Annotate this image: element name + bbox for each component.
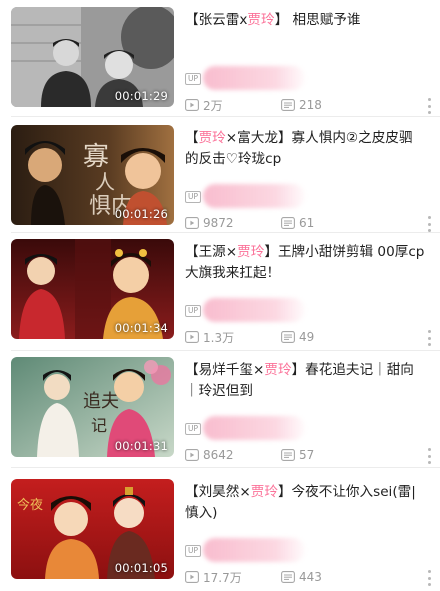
title-text: 【刘昊然× [185,484,251,500]
title-text: 】 相思赋予谁 [274,12,361,28]
view-count: 1.3万 [185,329,234,346]
play-count-icon [185,331,199,343]
video-title[interactable]: 【张云雷x贾玲】 相思赋予谁 [185,10,425,31]
up-badge: UP [185,305,202,317]
svg-text:今夜: 今夜 [17,497,43,513]
video-title[interactable]: 【王源×贾玲】王牌小甜饼剪辑 00厚cp大旗我来扛起！ [185,242,425,284]
video-list-item[interactable]: 追夫 记 00:01:31 【易烊千玺×贾玲】春花追夫记｜甜向｜玲迟但到 UP … [0,357,440,475]
play-count-icon [185,99,199,111]
title-text: 【张云雷x [185,12,248,28]
title-highlight: 贾玲 [198,130,226,146]
video-list-item[interactable]: 今夜 00:01:05 【刘昊然×贾玲】今夜不让你入sei(雷|慎入) UP 1… [0,479,440,591]
video-thumbnail[interactable]: 今夜 00:01:05 [11,479,174,579]
danmaku-icon [281,331,295,343]
divider [11,116,440,117]
up-badge: UP [185,191,202,203]
title-text: 【 [185,130,199,146]
title-highlight: 贾玲 [250,484,278,500]
title-text: 【王源× [185,244,238,260]
danmaku-icon [281,217,295,229]
view-count: 8642 [185,448,234,462]
more-options-icon[interactable] [426,448,432,464]
play-count-icon [185,571,199,583]
divider [11,350,440,351]
danmaku-count: 57 [281,448,314,462]
danmaku-count: 218 [281,98,322,112]
up-badge: UP [185,73,202,85]
divider [11,467,440,468]
title-highlight: 贾玲 [247,12,275,28]
danmaku-count: 61 [281,216,314,230]
danmaku-icon [281,449,295,461]
divider [11,232,440,233]
uploader-row[interactable]: UP [185,184,306,208]
video-stats: 1.3万 49 [185,329,314,346]
title-text: 【易烊千玺× [185,362,265,378]
play-count-icon [185,217,199,229]
title-highlight: 贾玲 [264,362,292,378]
uploader-row[interactable]: UP [185,298,306,322]
svg-text:人: 人 [95,170,115,194]
video-stats: 17.7万 443 [185,569,322,586]
video-stats: 9872 61 [185,215,314,231]
video-thumbnail[interactable]: 00:01:29 [11,7,174,107]
svg-text:寡: 寡 [83,142,109,172]
more-options-icon[interactable] [426,216,432,232]
video-title[interactable]: 【贾玲×富大龙】寡人惧内②之皮皮驷的反击♡玲珑cp [185,128,425,170]
view-count: 17.7万 [185,569,242,586]
redaction-blur [203,66,306,90]
video-thumbnail[interactable]: 寡 人 惧内 00:01:26 [11,125,174,225]
video-thumbnail[interactable]: 追夫 记 00:01:31 [11,357,174,457]
video-stats: 8642 57 [185,447,314,463]
danmaku-icon [281,99,295,111]
danmaku-icon [281,571,295,583]
up-badge: UP [185,423,202,435]
svg-text:追夫: 追夫 [83,391,119,412]
video-list-item[interactable]: 00:01:29 【张云雷x贾玲】 相思赋予谁 UP 2万 218 [0,7,440,125]
view-count: 9872 [185,216,234,230]
redaction-blur [203,538,306,562]
uploader-row[interactable]: UP [185,66,306,90]
video-list-item[interactable]: 00:01:34 【王源×贾玲】王牌小甜饼剪辑 00厚cp大旗我来扛起！ UP … [0,239,440,357]
view-count: 2万 [185,97,223,114]
video-thumbnail[interactable]: 00:01:34 [11,239,174,339]
svg-text:记: 记 [91,416,107,435]
title-highlight: 贾玲 [237,244,265,260]
more-options-icon[interactable] [426,330,432,346]
redaction-blur [203,298,306,322]
video-duration: 00:01:29 [114,89,168,103]
video-duration: 00:01:31 [114,439,168,453]
play-count-icon [185,449,199,461]
uploader-row[interactable]: UP [185,538,306,562]
more-options-icon[interactable] [426,570,432,586]
more-options-icon[interactable] [426,98,432,114]
video-duration: 00:01:34 [114,321,168,335]
video-list-item[interactable]: 寡 人 惧内 00:01:26 【贾玲×富大龙】寡人惧内②之皮皮驷的反击♡玲珑c… [0,125,440,243]
video-duration: 00:01:26 [114,207,168,221]
danmaku-count: 443 [281,570,322,584]
danmaku-count: 49 [281,330,314,344]
video-stats: 2万 218 [185,97,322,114]
up-badge: UP [185,545,202,557]
uploader-row[interactable]: UP [185,416,306,440]
redaction-blur [203,416,306,440]
video-title[interactable]: 【易烊千玺×贾玲】春花追夫记｜甜向｜玲迟但到 [185,360,425,402]
redaction-blur [203,184,306,208]
video-title[interactable]: 【刘昊然×贾玲】今夜不让你入sei(雷|慎入) [185,482,425,524]
video-duration: 00:01:05 [114,561,168,575]
